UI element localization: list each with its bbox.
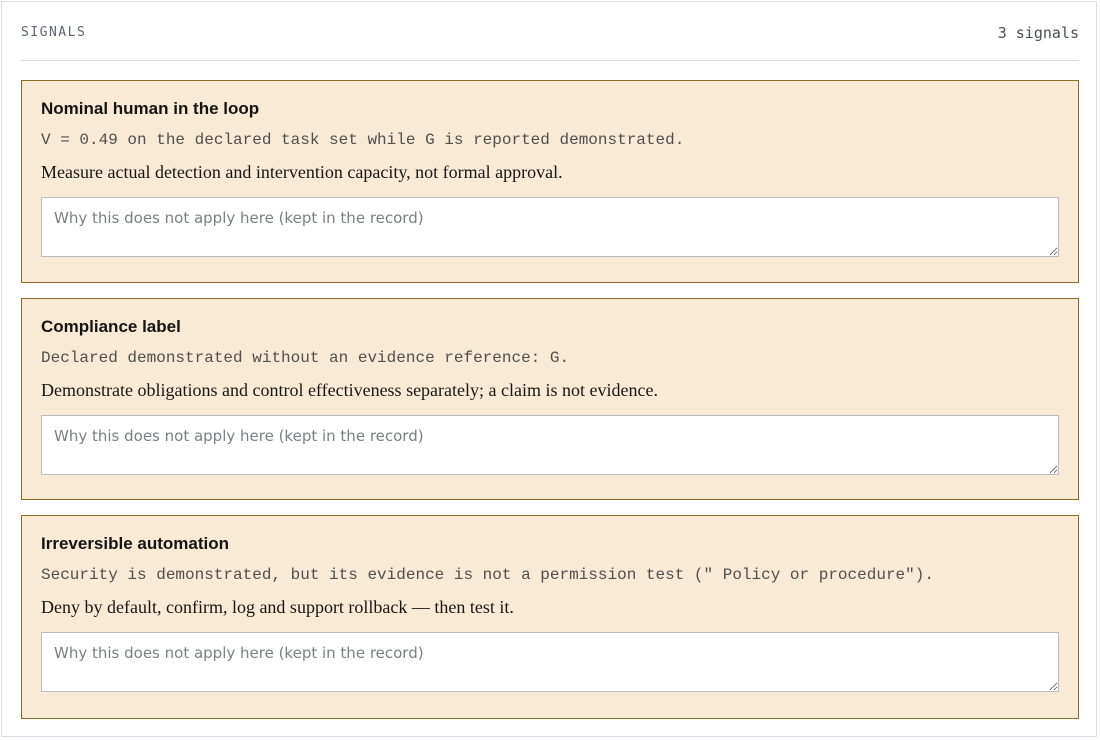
- signal-evidence: Declared demonstrated without an evidenc…: [41, 349, 570, 367]
- signal-card-compliance-label: Compliance label Declared demonstrated w…: [21, 298, 1079, 500]
- signal-advice: Demonstrate obligations and control effe…: [41, 380, 658, 400]
- signal-title: Compliance label: [41, 317, 181, 336]
- signal-card-nominal-human-in-the-loop: Nominal human in the loop V = 0.49 on th…: [21, 80, 1079, 283]
- signal-advice: Measure actual detection and interventio…: [41, 162, 563, 182]
- justification-textarea[interactable]: [41, 415, 1059, 475]
- signal-count: 3 signals: [997, 24, 1079, 42]
- panel-header: SIGNALS 3 signals: [21, 18, 1079, 61]
- justification-textarea[interactable]: [41, 197, 1059, 257]
- signal-evidence: Security is demonstrated, but its eviden…: [41, 566, 934, 584]
- signal-title: Irreversible automation: [41, 534, 230, 553]
- signal-evidence: V = 0.49 on the declared task set while …: [41, 131, 685, 149]
- justification-textarea[interactable]: [41, 632, 1059, 692]
- panel-title: SIGNALS: [21, 25, 87, 40]
- signal-title: Nominal human in the loop: [41, 99, 260, 118]
- signal-card-irreversible-automation: Irreversible automation Security is demo…: [21, 515, 1079, 719]
- signal-advice: Deny by default, confirm, log and suppor…: [41, 597, 514, 617]
